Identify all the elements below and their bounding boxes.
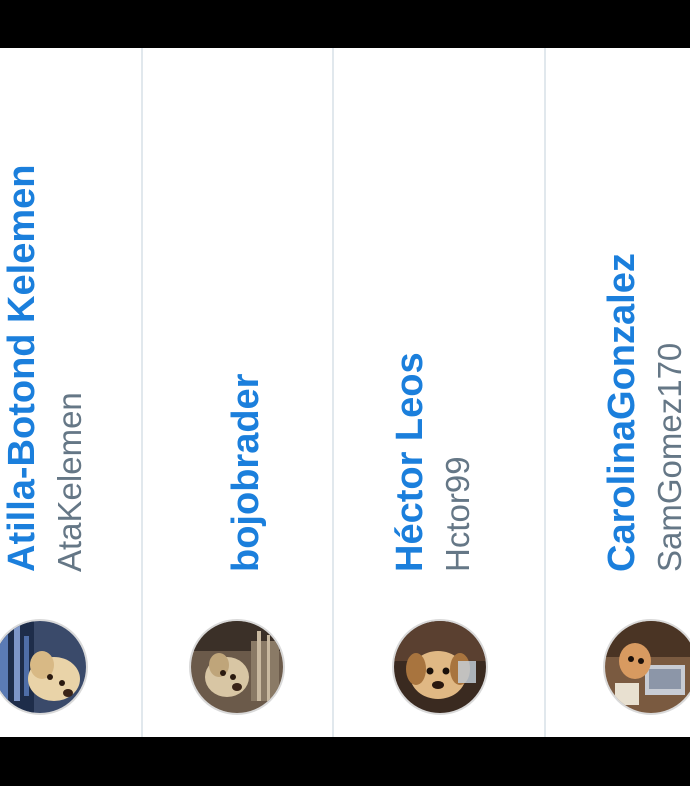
- user-avatar-icon[interactable]: [603, 619, 690, 715]
- user-handle: Hctor99: [439, 456, 476, 572]
- user-item[interactable]: Héctor Leos Hctor99: [334, 48, 544, 737]
- user-list[interactable]: Atilla-Botond Kelemen AtaKelemen bojobra…: [0, 48, 690, 737]
- user-display-name[interactable]: Atilla-Botond Kelemen: [0, 165, 44, 572]
- user-item[interactable]: bojobrader: [143, 48, 332, 737]
- user-item[interactable]: Atilla-Botond Kelemen AtaKelemen: [0, 48, 141, 737]
- user-display-name[interactable]: bojobrader: [224, 374, 268, 572]
- user-item[interactable]: CarolinaGonzalez SamGomez170: [546, 48, 690, 737]
- user-avatar-icon[interactable]: [189, 619, 285, 715]
- status-bar: [0, 0, 690, 48]
- user-avatar-icon[interactable]: [392, 619, 488, 715]
- navigation-bar: [0, 737, 690, 786]
- user-display-name[interactable]: Héctor Leos: [388, 352, 432, 572]
- user-handle: AtaKelemen: [51, 392, 88, 572]
- user-display-name[interactable]: CarolinaGonzalez: [600, 253, 644, 572]
- user-avatar-icon[interactable]: [0, 619, 88, 715]
- user-handle: SamGomez170: [651, 342, 688, 572]
